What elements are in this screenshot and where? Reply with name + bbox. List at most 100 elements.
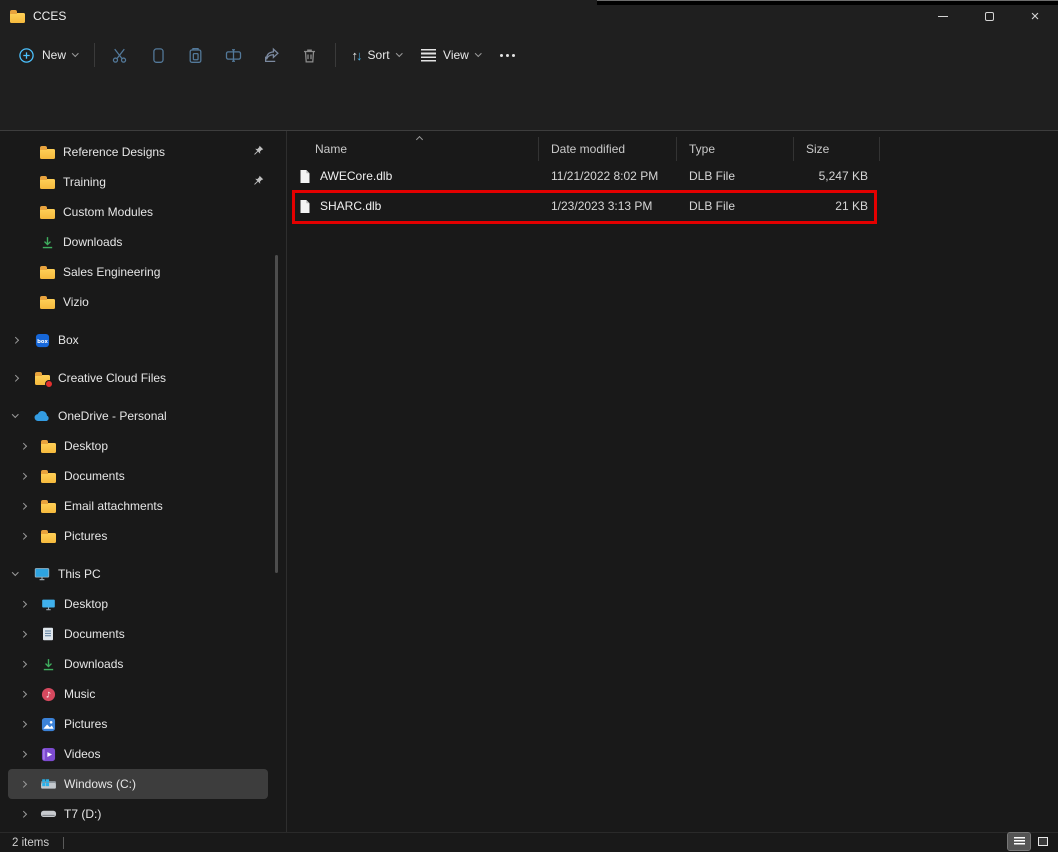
box-icon: box [33, 332, 51, 348]
chevron-right-icon[interactable] [21, 504, 33, 509]
chevron-right-icon[interactable] [21, 602, 33, 607]
sidebar-item-t7-d[interactable]: T7 (D:) [0, 799, 286, 829]
scissors-icon [111, 47, 128, 64]
cut-button[interactable] [101, 38, 139, 72]
sidebar-item-windows-c[interactable]: Windows (C:) [8, 769, 268, 799]
sidebar-item-label: Pictures [64, 717, 107, 731]
chevron-right-icon[interactable] [21, 632, 33, 637]
sidebar-item-label: Desktop [64, 597, 108, 611]
sidebar-item-documents[interactable]: Documents [0, 619, 286, 649]
chevron-right-icon[interactable] [13, 338, 25, 343]
desktop-icon [39, 596, 57, 612]
sidebar-item-downloads-pc[interactable]: Downloads [0, 649, 286, 679]
column-header-type[interactable]: Type [677, 137, 794, 161]
pin-icon [253, 145, 264, 156]
chevron-down-icon[interactable] [13, 573, 25, 575]
copy-button[interactable] [139, 38, 177, 72]
column-header-name[interactable]: Name [295, 137, 539, 161]
sidebar-item-pictures[interactable]: Pictures [0, 709, 286, 739]
folder-icon [39, 498, 57, 514]
sidebar-scrollbar[interactable] [275, 255, 278, 573]
chevron-right-icon[interactable] [21, 692, 33, 697]
chevron-right-icon[interactable] [21, 752, 33, 757]
paste-button[interactable] [177, 38, 215, 72]
sidebar-item-reference-designs[interactable]: Reference Designs [0, 137, 286, 167]
sort-ascending-caret-icon [415, 136, 422, 143]
large-icons-view-toggle[interactable] [1032, 833, 1054, 850]
status-divider [63, 837, 64, 849]
chevron-right-icon[interactable] [21, 812, 33, 817]
sidebar-item-desktop[interactable]: Desktop [0, 589, 286, 619]
sidebar-item-label: Music [64, 687, 95, 701]
sidebar-item-label: This PC [58, 567, 101, 581]
rename-button[interactable] [215, 38, 253, 72]
sidebar-item-downloads[interactable]: Downloads [0, 227, 286, 257]
windows-drive-icon [39, 776, 57, 792]
sidebar-item-label: Documents [64, 469, 125, 483]
sidebar-item-training[interactable]: Training [0, 167, 286, 197]
sidebar-item-custom-modules[interactable]: Custom Modules [0, 197, 286, 227]
new-button[interactable]: New [8, 38, 88, 72]
documents-icon [39, 626, 57, 642]
chevron-down-icon [475, 50, 481, 56]
chevron-right-icon[interactable] [21, 782, 33, 787]
sidebar-item-onedrive-personal[interactable]: OneDrive - Personal [0, 401, 286, 431]
sort-button[interactable]: ↑↓ Sort [342, 38, 412, 72]
items-count: 2 items [12, 837, 49, 849]
sidebar-item-vizio[interactable]: Vizio [0, 287, 286, 317]
content-area: Reference Designs Training Custom Module… [0, 131, 1058, 832]
creative-cloud-folder-icon [33, 370, 51, 386]
sidebar-item-music[interactable]: ♪ Music [0, 679, 286, 709]
address-row: ← → ↑ « GIT8 awe8-bsp-adi-21569-som AWEC… [0, 78, 1058, 130]
new-label: New [42, 48, 66, 62]
sidebar-item-onedrive-desktop[interactable]: Desktop [0, 431, 286, 461]
sidebar-item-label: Creative Cloud Files [58, 371, 166, 385]
sidebar-item-videos[interactable]: Videos [0, 739, 286, 769]
sidebar-item-sales-engineering[interactable]: Sales Engineering [0, 257, 286, 287]
sidebar-item-email-attachments[interactable]: Email attachments [0, 491, 286, 521]
sidebar-item-label: Training [63, 175, 106, 189]
details-view-toggle[interactable] [1008, 833, 1030, 850]
folder-icon [39, 438, 57, 454]
chevron-down-icon [396, 50, 402, 56]
chevron-right-icon[interactable] [21, 474, 33, 479]
navigation-pane: Reference Designs Training Custom Module… [0, 131, 287, 832]
column-header-date-modified[interactable]: Date modified [539, 137, 677, 161]
chevron-right-icon[interactable] [21, 662, 33, 667]
delete-button[interactable] [291, 38, 329, 72]
column-headers: Name Date modified Type Size [295, 137, 1058, 161]
sidebar-item-this-pc[interactable]: This PC [0, 559, 286, 589]
sidebar-item-box[interactable]: box Box [0, 325, 286, 355]
share-button[interactable] [253, 38, 291, 72]
file-name-cell: SHARC.dlb [295, 191, 539, 221]
chevron-down-icon[interactable] [13, 415, 25, 417]
file-row-sharc[interactable]: SHARC.dlb 1/23/2023 3:13 PM DLB File 21 … [295, 191, 1058, 221]
window-tab: CCES [0, 9, 66, 23]
view-button[interactable]: View [411, 38, 490, 72]
sidebar-item-onedrive-pictures[interactable]: Pictures [0, 521, 286, 551]
sidebar-item-onedrive-documents[interactable]: Documents [0, 461, 286, 491]
sidebar-item-label: Videos [64, 747, 100, 761]
folder-icon [38, 294, 56, 310]
downloads-icon [38, 234, 56, 250]
chevron-right-icon[interactable] [21, 534, 33, 539]
file-row-awecore[interactable]: AWECore.dlb 11/21/2022 8:02 PM DLB File … [295, 161, 1058, 191]
onedrive-cloud-icon [33, 408, 51, 424]
view-lines-icon [421, 49, 436, 62]
sidebar-item-label: OneDrive - Personal [58, 409, 167, 423]
see-more-button[interactable] [490, 38, 525, 72]
chevron-right-icon[interactable] [21, 722, 33, 727]
sidebar-item-label: T7 (D:) [64, 807, 101, 821]
sidebar-item-label: Box [58, 333, 79, 347]
file-explorer-window: CCES × New ↑↓ Sort View [0, 0, 1058, 852]
view-toggles [1008, 833, 1054, 850]
plus-circle-icon [18, 47, 35, 64]
sidebar-item-creative-cloud-files[interactable]: Creative Cloud Files [0, 363, 286, 393]
column-header-size[interactable]: Size [794, 137, 880, 161]
trash-icon [301, 47, 318, 64]
external-drive-icon [39, 806, 57, 822]
sidebar-item-label: Desktop [64, 439, 108, 453]
chevron-right-icon[interactable] [13, 376, 25, 381]
chevron-right-icon[interactable] [21, 444, 33, 449]
folder-icon [39, 468, 57, 484]
